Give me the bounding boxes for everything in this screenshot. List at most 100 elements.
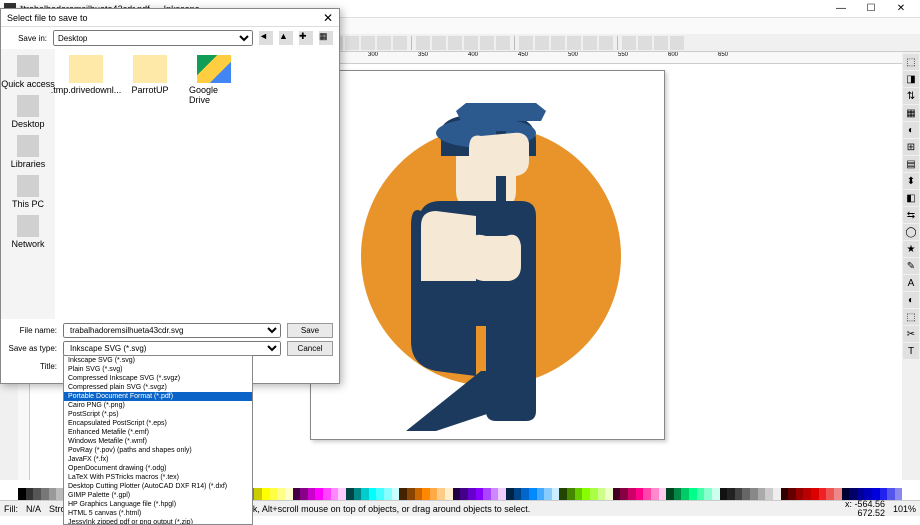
place-this-pc[interactable]: This PC — [12, 175, 44, 209]
palette-swatch[interactable] — [361, 488, 369, 500]
palette-swatch[interactable] — [26, 488, 34, 500]
palette-swatch[interactable] — [552, 488, 560, 500]
toolbar-button[interactable] — [361, 36, 375, 50]
type-option[interactable]: OpenDocument drawing (*.odg) — [64, 464, 252, 473]
palette-swatch[interactable] — [460, 488, 468, 500]
palette-swatch[interactable] — [559, 488, 567, 500]
palette-swatch[interactable] — [750, 488, 758, 500]
palette-swatch[interactable] — [521, 488, 529, 500]
tool-button[interactable]: ⬚ — [903, 309, 919, 325]
palette-swatch[interactable] — [270, 488, 278, 500]
type-option[interactable]: Encapsulated PostScript (*.eps) — [64, 419, 252, 428]
palette-swatch[interactable] — [529, 488, 537, 500]
save-in-select[interactable]: Desktop — [53, 30, 253, 46]
tool-button[interactable]: ◯ — [903, 224, 919, 240]
palette-swatch[interactable] — [887, 488, 895, 500]
tool-button[interactable]: ⇆ — [903, 207, 919, 223]
palette-swatch[interactable] — [590, 488, 598, 500]
tool-button[interactable]: T — [903, 343, 919, 359]
palette-swatch[interactable] — [376, 488, 384, 500]
toolbar-button[interactable] — [583, 36, 597, 50]
palette-swatch[interactable] — [254, 488, 262, 500]
type-option[interactable]: JessyInk zipped pdf or png output (*.zip… — [64, 518, 252, 525]
toolbar-button[interactable] — [464, 36, 478, 50]
palette-swatch[interactable] — [788, 488, 796, 500]
palette-swatch[interactable] — [666, 488, 674, 500]
palette-swatch[interactable] — [33, 488, 41, 500]
view-menu-icon[interactable]: ▦ — [319, 31, 333, 45]
toolbar-button[interactable] — [377, 36, 391, 50]
type-option[interactable]: Windows Metafile (*.wmf) — [64, 437, 252, 446]
tool-button[interactable]: ⬚ — [903, 54, 919, 70]
type-option[interactable]: Desktop Cutting Plotter (AutoCAD DXF R14… — [64, 482, 252, 491]
palette-swatch[interactable] — [293, 488, 301, 500]
type-option[interactable]: Inkscape SVG (*.svg) — [64, 356, 252, 365]
palette-swatch[interactable] — [18, 488, 26, 500]
toolbar-button[interactable] — [393, 36, 407, 50]
palette-swatch[interactable] — [506, 488, 514, 500]
palette-swatch[interactable] — [544, 488, 552, 500]
dialog-close-button[interactable]: ✕ — [323, 11, 333, 25]
type-option[interactable]: Compressed plain SVG (*.svgz) — [64, 383, 252, 392]
maximize-button[interactable]: ☐ — [856, 0, 886, 18]
tool-button[interactable]: ⇅ — [903, 88, 919, 104]
palette-swatch[interactable] — [49, 488, 57, 500]
tool-button[interactable]: ◐ — [903, 292, 919, 308]
palette-swatch[interactable] — [643, 488, 651, 500]
toolbar-button[interactable] — [551, 36, 565, 50]
place-desktop[interactable]: Desktop — [11, 95, 44, 129]
palette-swatch[interactable] — [308, 488, 316, 500]
type-option[interactable]: Enhanced Metafile (*.emf) — [64, 428, 252, 437]
palette-swatch[interactable] — [422, 488, 430, 500]
palette-swatch[interactable] — [498, 488, 506, 500]
tool-button[interactable]: ◧ — [903, 190, 919, 206]
palette-swatch[interactable] — [659, 488, 667, 500]
type-option[interactable]: GIMP Palette (*.gpl) — [64, 491, 252, 500]
palette-swatch[interactable] — [720, 488, 728, 500]
type-option[interactable]: HTML 5 canvas (*.html) — [64, 509, 252, 518]
palette-swatch[interactable] — [567, 488, 575, 500]
toolbar-button[interactable] — [638, 36, 652, 50]
palette-swatch[interactable] — [803, 488, 811, 500]
toolbar-button[interactable] — [496, 36, 510, 50]
tool-button[interactable]: ★ — [903, 241, 919, 257]
palette-swatch[interactable] — [628, 488, 636, 500]
toolbar-button[interactable] — [480, 36, 494, 50]
toolbar-button[interactable] — [448, 36, 462, 50]
palette-swatch[interactable] — [399, 488, 407, 500]
palette-swatch[interactable] — [41, 488, 49, 500]
palette-swatch[interactable] — [674, 488, 682, 500]
palette-swatch[interactable] — [537, 488, 545, 500]
palette-swatch[interactable] — [712, 488, 720, 500]
tool-button[interactable]: ▦ — [903, 105, 919, 121]
tool-button[interactable]: ▤ — [903, 156, 919, 172]
palette-swatch[interactable] — [651, 488, 659, 500]
palette-swatch[interactable] — [598, 488, 606, 500]
palette-swatch[interactable] — [575, 488, 583, 500]
tool-button[interactable]: ✂ — [903, 326, 919, 342]
file-item[interactable]: .tmp.drivedownl... — [61, 55, 111, 95]
palette-swatch[interactable] — [262, 488, 270, 500]
palette-swatch[interactable] — [826, 488, 834, 500]
palette-swatch[interactable] — [735, 488, 743, 500]
toolbar-button[interactable] — [519, 36, 533, 50]
palette-swatch[interactable] — [415, 488, 423, 500]
type-option[interactable]: JavaFX (*.fx) — [64, 455, 252, 464]
type-option[interactable]: HP Graphics Language file (*.hpgl) — [64, 500, 252, 509]
palette-swatch[interactable] — [346, 488, 354, 500]
palette-swatch[interactable] — [384, 488, 392, 500]
type-option[interactable]: PovRay (*.pov) (paths and shapes only) — [64, 446, 252, 455]
palette-swatch[interactable] — [681, 488, 689, 500]
palette-swatch[interactable] — [834, 488, 842, 500]
palette-swatch[interactable] — [445, 488, 453, 500]
back-icon[interactable]: ◄ — [259, 31, 273, 45]
type-option[interactable]: LaTeX With PSTricks macros (*.tex) — [64, 473, 252, 482]
toolbar-button[interactable] — [432, 36, 446, 50]
close-button[interactable]: ✕ — [886, 0, 916, 18]
type-option[interactable]: Compressed Inkscape SVG (*.svgz) — [64, 374, 252, 383]
toolbar-button[interactable] — [622, 36, 636, 50]
type-option[interactable]: Portable Document Format (*.pdf) — [64, 392, 252, 401]
palette-swatch[interactable] — [697, 488, 705, 500]
tool-button[interactable]: ◨ — [903, 71, 919, 87]
palette-swatch[interactable] — [468, 488, 476, 500]
